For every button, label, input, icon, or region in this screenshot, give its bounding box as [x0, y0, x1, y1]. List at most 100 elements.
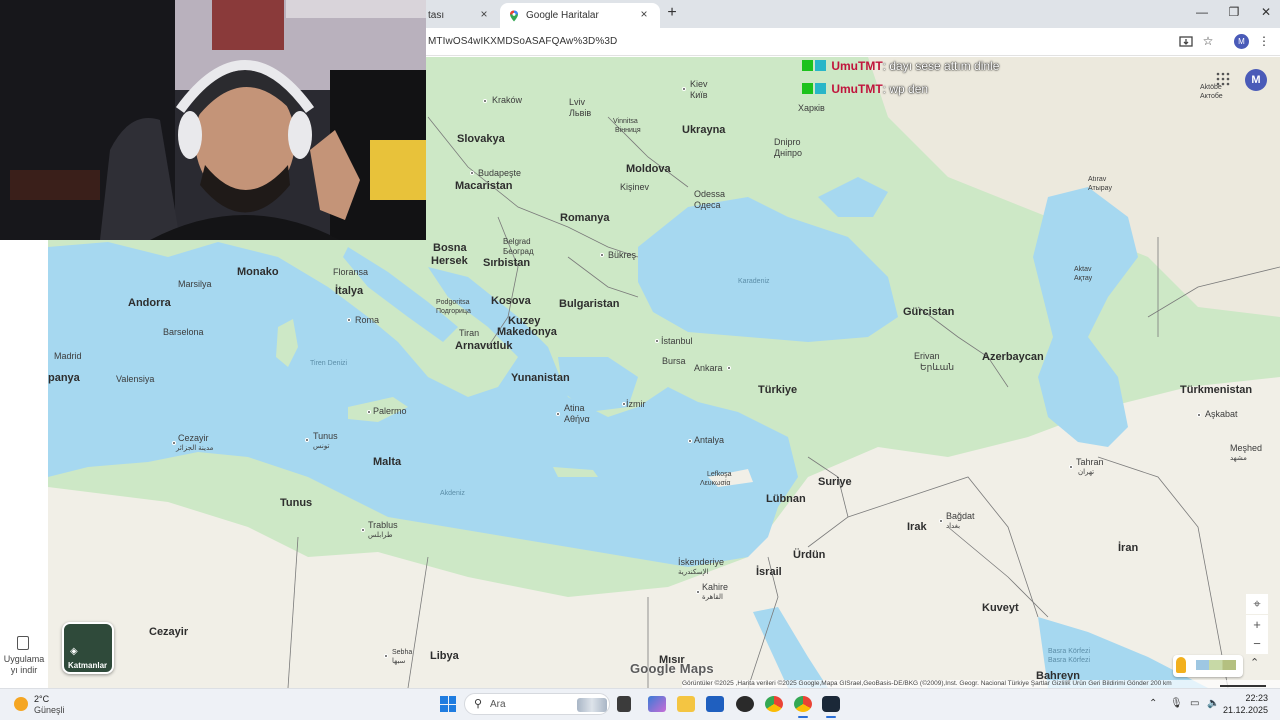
- label-dnipro[interactable]: Dnipro: [774, 137, 801, 147]
- label-yunanistan[interactable]: Yunanistan: [511, 373, 570, 384]
- microphone-icon[interactable]: 🎙: [1170, 698, 1183, 709]
- label-irak[interactable]: Irak: [907, 522, 927, 533]
- label-romanya[interactable]: Romanya: [560, 213, 610, 224]
- bookmark-star-icon[interactable]: ☆: [1200, 34, 1216, 50]
- label-iskenderiye[interactable]: İskenderiye: [678, 557, 724, 567]
- copilot-icon[interactable]: [648, 696, 666, 712]
- browser-profile-avatar[interactable]: M: [1234, 34, 1249, 49]
- label-arnavutluk[interactable]: Arnavutluk: [455, 341, 512, 352]
- phone-icon[interactable]: [17, 636, 29, 650]
- label-andorra[interactable]: Andorra: [128, 298, 171, 309]
- maximize-icon[interactable]: ❐: [1224, 5, 1244, 19]
- label-bukres[interactable]: Bükreş: [608, 250, 636, 260]
- chrome-icon[interactable]: [765, 696, 783, 712]
- label-palermo[interactable]: Palermo: [373, 406, 407, 416]
- label-iran[interactable]: İran: [1118, 543, 1138, 554]
- weather-temperature[interactable]: 2°C: [34, 694, 49, 704]
- new-tab-button[interactable]: +: [664, 4, 680, 22]
- label-israil[interactable]: İsrail: [756, 567, 782, 578]
- label-madrid[interactable]: Madrid: [54, 351, 82, 361]
- label-trablus[interactable]: Trablus: [368, 520, 398, 530]
- map-attribution[interactable]: Görüntüler ©2025 ,Harita verileri ©2025 …: [682, 680, 1280, 688]
- label-roma[interactable]: Roma: [355, 315, 379, 325]
- label-cezayir-city[interactable]: Cezayir: [178, 433, 209, 443]
- taskbar-search[interactable]: ⚲ Ara: [464, 693, 610, 715]
- store-icon[interactable]: [706, 696, 724, 712]
- label-atina[interactable]: Atina: [564, 403, 585, 413]
- zoom-in-button[interactable]: +: [1246, 615, 1268, 635]
- url-text[interactable]: MTIwOS4wIKXMDSoASAFQAw%3D%3D: [428, 36, 617, 47]
- label-kosova[interactable]: Kosova: [491, 296, 531, 307]
- label-sirbistan[interactable]: Sırbistan: [483, 258, 530, 269]
- label-kuzey[interactable]: Kuzey: [508, 316, 540, 327]
- tab-google-maps-close-icon[interactable]: ×: [636, 7, 652, 21]
- volume-icon[interactable]: 🔈: [1207, 698, 1219, 709]
- tab-previous[interactable]: tası ×: [424, 3, 500, 28]
- map-type-thumbnails[interactable]: [1196, 660, 1236, 670]
- weather-sun-icon[interactable]: [14, 697, 28, 711]
- label-tunus-city[interactable]: Tunus: [313, 431, 338, 441]
- label-belgrad[interactable]: Belgrad: [503, 237, 531, 247]
- weather-description[interactable]: Güneşli: [34, 705, 65, 715]
- chrome-profile-icon[interactable]: [794, 696, 812, 712]
- label-barselona[interactable]: Barselona: [163, 327, 204, 337]
- tab-previous-close-icon[interactable]: ×: [476, 7, 492, 21]
- label-urdun[interactable]: Ürdün: [793, 550, 825, 561]
- tab-google-maps[interactable]: Google Haritalar ×: [500, 3, 660, 28]
- layers-button[interactable]: ◈ Katmanlar: [62, 622, 114, 674]
- label-kuveyt[interactable]: Kuveyt: [982, 603, 1019, 614]
- label-budapeste[interactable]: Budapeşte: [478, 168, 521, 178]
- label-lubnan[interactable]: Lübnan: [766, 494, 806, 505]
- scale-bar[interactable]: [1220, 685, 1266, 687]
- label-meshed[interactable]: Meşhed: [1230, 443, 1262, 453]
- clock-date[interactable]: 21.12.2025: [1222, 705, 1268, 715]
- zoom-out-button[interactable]: −: [1246, 634, 1268, 654]
- label-italya[interactable]: İtalya: [335, 286, 363, 297]
- browser-menu-icon[interactable]: ⋮: [1256, 34, 1272, 50]
- maps-account-avatar[interactable]: M: [1245, 69, 1267, 91]
- label-kisinev[interactable]: Kişinev: [620, 182, 649, 192]
- file-explorer-icon[interactable]: [677, 696, 695, 712]
- expand-up-icon[interactable]: ⌃: [1250, 656, 1259, 669]
- google-apps-icon[interactable]: [1216, 72, 1230, 86]
- label-tiran[interactable]: Tiran: [459, 328, 479, 338]
- label-kiev[interactable]: Kiev: [690, 79, 708, 89]
- label-ukrayna[interactable]: Ukrayna: [682, 125, 725, 136]
- label-malta[interactable]: Malta: [373, 457, 401, 468]
- obs-icon[interactable]: [736, 696, 754, 712]
- label-odessa[interactable]: Odessa: [694, 189, 725, 199]
- label-moldova[interactable]: Moldova: [626, 164, 671, 175]
- download-app-label[interactable]: Uygulama yı indir: [2, 654, 46, 676]
- label-suriye[interactable]: Suriye: [818, 477, 852, 488]
- label-azerbaycan[interactable]: Azerbaycan: [982, 352, 1044, 363]
- label-tahran[interactable]: Tahran: [1076, 457, 1104, 467]
- steam-icon[interactable]: [822, 696, 840, 712]
- label-bulgaristan[interactable]: Bulgaristan: [559, 299, 620, 310]
- label-floransa[interactable]: Floransa: [333, 267, 368, 277]
- label-monako[interactable]: Monako: [237, 267, 279, 278]
- label-krakow[interactable]: Kraków: [492, 95, 522, 105]
- label-ankara[interactable]: Ankara: [694, 363, 723, 373]
- label-turkiye[interactable]: Türkiye: [758, 385, 797, 396]
- label-lviv[interactable]: Lviv: [569, 97, 585, 107]
- label-marsilya[interactable]: Marsilya: [178, 279, 212, 289]
- label-izmir[interactable]: İzmir: [626, 399, 646, 409]
- label-kahire[interactable]: Kahire: [702, 582, 728, 592]
- label-panya[interactable]: panya: [48, 373, 80, 384]
- pegman-icon[interactable]: [1176, 657, 1186, 673]
- window-close-icon[interactable]: ✕: [1256, 5, 1276, 19]
- network-icon[interactable]: ▭: [1190, 698, 1199, 709]
- label-valensiya[interactable]: Valensiya: [116, 374, 154, 384]
- label-askabat[interactable]: Aşkabat: [1205, 409, 1238, 419]
- label-turkmenistan[interactable]: Türkmenistan: [1180, 385, 1252, 396]
- label-erivan[interactable]: Erivan: [914, 351, 940, 361]
- label-bosna[interactable]: Bosna: [433, 243, 467, 254]
- label-slovakya[interactable]: Slovakya: [457, 134, 505, 145]
- my-location-icon[interactable]: ⌖: [1246, 594, 1268, 614]
- windows-start-icon[interactable]: [440, 696, 456, 712]
- tray-chevron-icon[interactable]: ⌃: [1149, 698, 1157, 709]
- label-bursa[interactable]: Bursa: [662, 356, 686, 366]
- label-bagdat[interactable]: Bağdat: [946, 511, 975, 521]
- label-makedonya[interactable]: Makedonya: [497, 327, 557, 338]
- label-cezayir[interactable]: Cezayir: [149, 627, 188, 638]
